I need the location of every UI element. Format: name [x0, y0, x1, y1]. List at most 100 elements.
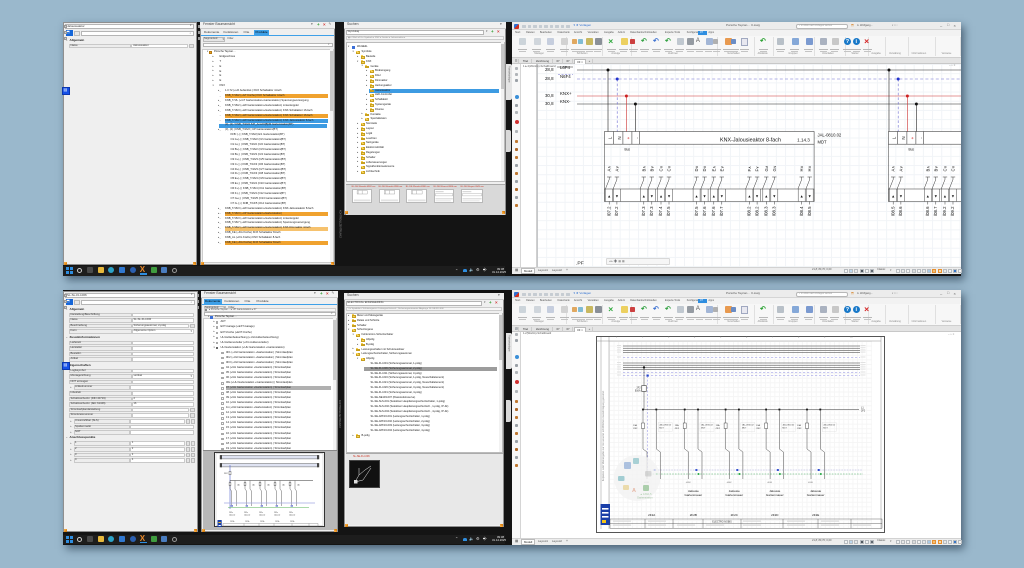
svg-text:N: N [617, 136, 622, 139]
svg-text:/07.6: /07.6 [702, 206, 707, 216]
svg-text:B∧: B∧ [641, 165, 646, 171]
svg-text:▼: ▼ [703, 193, 707, 198]
svg-text:A∧: A∧ [607, 165, 612, 171]
svg-text:2F2A: 2F2A [260, 520, 265, 523]
svg-text:+: + [626, 136, 631, 139]
svg-text:KNX-Jalousieaktor 8-fach: KNX-Jalousieaktor 8-fach [720, 137, 781, 143]
svg-text:Gartenmauer: Gartenmauer [685, 493, 703, 497]
svg-text:2F2B: 2F2B [690, 513, 697, 517]
svg-text:B∧: B∧ [925, 165, 930, 171]
svg-text:Gartenstation: Gartenstation [637, 496, 653, 500]
svg-text:G∧: G∧ [764, 165, 769, 171]
svg-text:Jalousie: Jalousie [289, 514, 295, 516]
svg-text:Gartenmauer: Gartenmauer [725, 493, 743, 497]
svg-text:1.14.3: 1.14.3 [797, 137, 810, 142]
svg-text:B16A: B16A [635, 390, 641, 393]
svg-text:/07.2: /07.2 [614, 206, 619, 216]
svg-text:/2F2: /2F2 [716, 428, 721, 430]
svg-text:▼: ▼ [808, 193, 812, 198]
svg-text:C∧: C∧ [659, 165, 664, 171]
svg-text:2F2: 2F2 [637, 388, 642, 390]
svg-text:30,8: 30,8 [545, 101, 554, 106]
svg-text:▼: ▼ [720, 193, 724, 198]
svg-text:/09.2: /09.2 [942, 206, 947, 216]
svg-text:2F2C: 2F2C [731, 513, 739, 517]
svg-text:-KGX: -KGX [808, 482, 814, 484]
svg-text:▲: ▲ [712, 193, 716, 198]
svg-text:/07.6: /07.6 [711, 206, 716, 216]
svg-text:▲: ▲ [943, 193, 947, 198]
svg-text:E∨: E∨ [719, 165, 724, 171]
svg-text:KNX+: KNX+ [560, 91, 572, 96]
svg-text:/2F2: /2F2 [797, 428, 802, 430]
svg-text:/2F2: /2F2 [675, 428, 680, 430]
svg-text:28,8: 28,8 [545, 76, 554, 81]
svg-text:30,8: 30,8 [545, 93, 554, 98]
svg-text:JAL-0810.02: JAL-0810.02 [742, 424, 755, 427]
svg-text:MDT: MDT [782, 428, 787, 430]
svg-text:▼: ▼ [667, 193, 671, 198]
svg-text:▼: ▼ [755, 193, 759, 198]
svg-text:A∨: A∨ [614, 165, 619, 171]
svg-text:MDT: MDT [823, 428, 828, 430]
svg-text:/08.5: /08.5 [807, 206, 812, 216]
svg-text:▼: ▼ [934, 193, 938, 198]
svg-text:/08.6: /08.6 [898, 206, 903, 216]
svg-text:/07.7: /07.7 [719, 206, 724, 216]
svg-text:KNX-: KNX- [560, 99, 571, 104]
svg-text:/08.6: /08.6 [925, 206, 930, 216]
svg-text:/2F2: /2F2 [633, 428, 638, 430]
svg-text:▲: ▲ [764, 193, 768, 198]
svg-text:/08.7: /08.7 [933, 206, 938, 216]
svg-text:13A: 13A [633, 424, 637, 427]
svg-text:2F2E: 2F2E [812, 513, 819, 517]
svg-text:/08.3: /08.3 [763, 206, 768, 216]
svg-text:B∨: B∨ [649, 165, 654, 171]
svg-text:Jalousie: Jalousie [259, 514, 265, 516]
svg-text:▲: ▲ [695, 193, 699, 198]
svg-text:2F2A: 2F2A [290, 520, 295, 523]
svg-text:/08.5: /08.5 [890, 206, 895, 216]
svg-text:MDT: MDT [742, 428, 747, 430]
svg-text:E∧: E∧ [711, 165, 716, 171]
svg-text:2F2: 2F2 [861, 410, 866, 413]
svg-text:JAL: JAL [237, 483, 240, 486]
svg-text:JAL-0810.02: JAL-0810.02 [782, 424, 795, 427]
svg-text:▲: ▲ [659, 193, 663, 198]
svg-text:F∨: F∨ [755, 166, 760, 172]
svg-text:C∨: C∨ [950, 165, 955, 171]
svg-text:/2F2: /2F2 [756, 428, 761, 430]
svg-text:/07.5: /07.5 [694, 206, 699, 216]
svg-text:Jalousie: Jalousie [229, 514, 235, 516]
svg-text:▲: ▲ [926, 193, 930, 198]
svg-text:/07.4: /07.4 [658, 206, 663, 216]
svg-text:MDT: MDT [659, 428, 664, 430]
svg-text:2F2: 2F2 [224, 473, 229, 475]
svg-text:N: N [901, 136, 906, 139]
svg-text:Kopieren oder Weitergabe nur m: Kopieren oder Weitergabe nur mit unserer… [601, 390, 605, 481]
svg-text:/08.2: /08.2 [754, 206, 759, 216]
svg-text:C∨: C∨ [667, 165, 672, 171]
svg-text:JAL-0810.02: JAL-0810.02 [701, 424, 714, 427]
svg-text:Bus: Bus [625, 147, 631, 151]
svg-text:▲: ▲ [642, 193, 646, 198]
svg-text:A: A [632, 488, 636, 494]
svg-text:Jalousie: Jalousie [274, 514, 280, 516]
svg-text:13A: 13A [675, 424, 679, 427]
svg-text:F∧: F∧ [747, 166, 752, 172]
svg-text:+: + [910, 136, 915, 139]
svg-text:13A: 13A [797, 424, 801, 427]
svg-text:2F2D: 2F2D [771, 513, 779, 517]
svg-text:2F2A: 2F2A [275, 520, 280, 523]
svg-text:/08.3: /08.3 [771, 206, 776, 216]
svg-text:2F2A: 2F2A [245, 520, 250, 523]
svg-text:/07.5: /07.5 [666, 206, 671, 216]
svg-text:▲: ▲ [747, 193, 751, 198]
svg-text:MDT: MDT [701, 428, 706, 430]
svg-text:/09.2: /09.2 [950, 206, 955, 216]
svg-text:-KGX: -KGX [686, 482, 692, 484]
svg-text:2F2A: 2F2A [648, 513, 655, 517]
svg-text:2F2A: 2F2A [230, 520, 235, 523]
svg-text:▲: ▲ [891, 193, 895, 198]
svg-text:G∨: G∨ [772, 165, 777, 171]
